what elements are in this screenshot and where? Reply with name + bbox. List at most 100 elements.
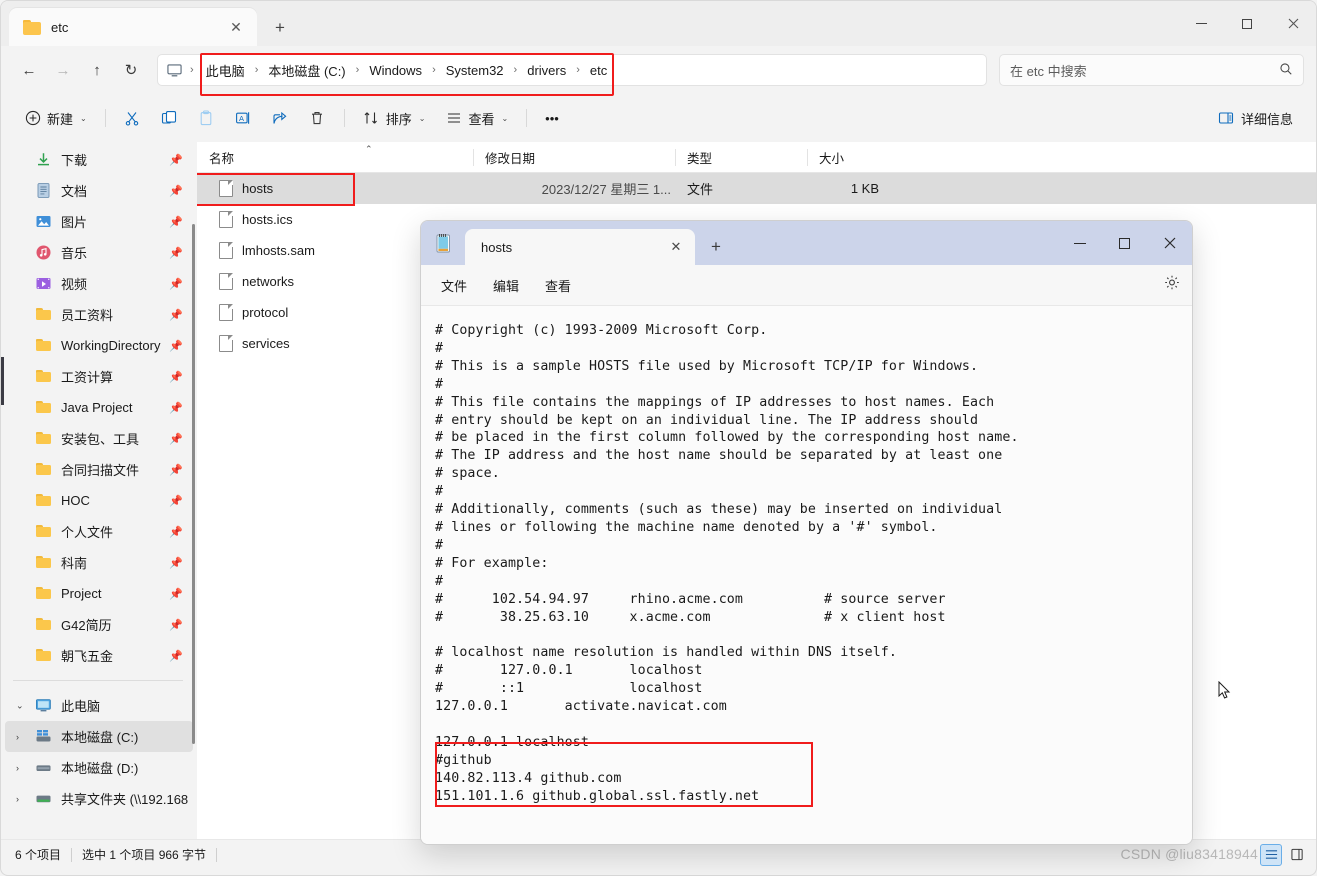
- sidebar-item-drive-d[interactable]: › 本地磁盘 (D:): [5, 752, 193, 783]
- sidebar-item-downloads[interactable]: 下载 📌: [5, 144, 193, 175]
- sidebar-item-this-pc[interactable]: ⌄ 此电脑: [5, 690, 193, 721]
- search-input[interactable]: 在 etc 中搜索: [1010, 61, 1087, 80]
- sidebar-item-label: 个人文件: [61, 525, 114, 540]
- pin-icon[interactable]: 📌: [169, 463, 183, 476]
- breadcrumb-item-3[interactable]: System32: [440, 60, 510, 81]
- details-view-button[interactable]: [1260, 843, 1282, 866]
- sidebar-item-videos[interactable]: 视频 📌: [5, 268, 193, 299]
- sidebar-item-contract-scans[interactable]: 合同扫描文件 📌: [5, 454, 193, 485]
- pin-icon[interactable]: 📌: [169, 401, 183, 414]
- sidebar-item-g42-resume[interactable]: G42简历 📌: [5, 609, 193, 640]
- pin-icon[interactable]: 📌: [169, 215, 183, 228]
- breadcrumb-item-0[interactable]: 此电脑: [200, 58, 251, 83]
- column-header-label: 大小: [819, 151, 845, 166]
- sidebar-item-drive-c[interactable]: › 本地磁盘 (C:): [5, 721, 193, 752]
- divider: [216, 847, 218, 862]
- close-icon[interactable]: ✕: [223, 14, 249, 40]
- sidebar-item-personal-files[interactable]: 个人文件 📌: [5, 516, 193, 547]
- rename-button[interactable]: A: [226, 102, 261, 134]
- share-button[interactable]: [263, 102, 298, 134]
- sidebar-item-kenan[interactable]: 科南 📌: [5, 547, 193, 578]
- menu-file[interactable]: 文件: [429, 270, 479, 301]
- sort-button[interactable]: 排序 ⌄: [354, 102, 435, 134]
- sidebar-item-salary-calc[interactable]: 工资计算 📌: [5, 361, 193, 392]
- sidebar-item-music[interactable]: 音乐 📌: [5, 237, 193, 268]
- column-header-type[interactable]: 类型: [675, 142, 807, 173]
- chevron-right-icon[interactable]: ›: [16, 732, 19, 742]
- breadcrumb-item-4[interactable]: drivers: [521, 60, 572, 81]
- notepad-text-content[interactable]: # Copyright (c) 1993-2009 Microsoft Corp…: [435, 322, 1192, 805]
- sidebar-item-project[interactable]: Project 📌: [5, 578, 193, 609]
- sidebar-item-chaofei-hardware[interactable]: 朝飞五金 📌: [5, 640, 193, 671]
- sidebar-item-java-project[interactable]: Java Project 📌: [5, 392, 193, 423]
- maximize-button[interactable]: [1224, 1, 1270, 46]
- more-options-button[interactable]: •••: [536, 102, 568, 134]
- gear-icon[interactable]: [1164, 275, 1180, 296]
- minimize-button[interactable]: [1057, 221, 1102, 265]
- notepad-new-tab-button[interactable]: +: [701, 232, 731, 262]
- pin-icon[interactable]: 📌: [169, 587, 183, 600]
- sidebar-item-hoc[interactable]: HOC 📌: [5, 485, 193, 516]
- column-header-date[interactable]: 修改日期: [473, 142, 675, 173]
- close-icon[interactable]: ✕: [663, 234, 689, 260]
- sidebar-item-documents[interactable]: 文档 📌: [5, 175, 193, 206]
- pin-icon[interactable]: 📌: [169, 370, 183, 383]
- chevron-down-icon: ⌄: [418, 113, 426, 123]
- paste-button[interactable]: [189, 102, 224, 134]
- sidebar-item-workingdirectory[interactable]: WorkingDirectory 📌: [5, 330, 193, 361]
- pin-icon[interactable]: 📌: [169, 494, 183, 507]
- sidebar-item-label: WorkingDirectory: [61, 338, 161, 353]
- minimize-button[interactable]: [1178, 1, 1224, 46]
- new-button[interactable]: 新建 ⌄: [15, 102, 96, 134]
- table-row[interactable]: hosts 2023/12/27 星期三 1... 文件 1 KB: [197, 173, 1316, 206]
- pin-icon[interactable]: 📌: [169, 277, 183, 290]
- column-header-name[interactable]: 名称 ⌃: [197, 142, 473, 173]
- navigation-pane[interactable]: 下载 📌 文档 📌 图片 📌 音乐 📌 视频 📌 员工资料 📌 WorkingD…: [1, 142, 197, 839]
- sidebar-item-installers-tools[interactable]: 安装包、工具 📌: [5, 423, 193, 454]
- menu-edit[interactable]: 编辑: [481, 270, 531, 301]
- address-bar[interactable]: › 此电脑 › 本地磁盘 (C:) › Windows › System32 ›…: [157, 52, 987, 96]
- pin-icon[interactable]: 📌: [169, 184, 183, 197]
- refresh-button[interactable]: ↻: [115, 54, 147, 86]
- sidebar-scrollbar[interactable]: [192, 224, 195, 744]
- breadcrumb-item-5[interactable]: etc: [584, 60, 613, 81]
- pin-icon[interactable]: 📌: [169, 525, 183, 538]
- view-button[interactable]: 查看 ⌄: [436, 102, 517, 134]
- pin-icon[interactable]: 📌: [169, 246, 183, 259]
- up-button[interactable]: ↑: [81, 54, 113, 86]
- details-pane-button[interactable]: 详细信息: [1209, 102, 1302, 134]
- back-button[interactable]: ←: [13, 54, 45, 86]
- close-button[interactable]: [1270, 1, 1316, 46]
- cut-button[interactable]: [115, 102, 150, 134]
- list-view-button[interactable]: [1286, 844, 1308, 866]
- breadcrumb-item-2[interactable]: Windows: [363, 60, 428, 81]
- pin-icon[interactable]: 📌: [169, 339, 183, 352]
- breadcrumb-item-1[interactable]: 本地磁盘 (C:): [262, 58, 351, 83]
- copy-button[interactable]: [152, 102, 187, 134]
- chevron-right-icon[interactable]: ›: [16, 794, 19, 804]
- sidebar-item-employee-data[interactable]: 员工资料 📌: [5, 299, 193, 330]
- maximize-button[interactable]: [1102, 221, 1147, 265]
- menu-view[interactable]: 查看: [533, 270, 583, 301]
- notepad-tab-hosts[interactable]: hosts ✕: [465, 229, 695, 265]
- chevron-right-icon[interactable]: ›: [16, 763, 19, 773]
- pin-icon[interactable]: 📌: [169, 153, 183, 166]
- close-button[interactable]: [1147, 221, 1192, 265]
- sidebar-item-network-share[interactable]: › 共享文件夹 (\\192.168: [5, 783, 193, 814]
- explorer-tab-etc[interactable]: etc ✕: [9, 8, 257, 46]
- pin-icon[interactable]: 📌: [169, 649, 183, 662]
- notepad-editor[interactable]: # Copyright (c) 1993-2009 Microsoft Corp…: [421, 305, 1192, 844]
- pin-icon[interactable]: 📌: [169, 556, 183, 569]
- column-header-row: 名称 ⌃ 修改日期 类型 大小: [197, 142, 1316, 173]
- column-header-size[interactable]: 大小: [807, 142, 889, 173]
- pin-icon[interactable]: 📌: [169, 308, 183, 321]
- pin-icon[interactable]: 📌: [169, 618, 183, 631]
- pin-icon[interactable]: 📌: [169, 432, 183, 445]
- chevron-down-icon[interactable]: ⌄: [16, 700, 24, 711]
- forward-button[interactable]: →: [47, 54, 79, 86]
- new-tab-button[interactable]: +: [265, 12, 295, 42]
- search-box[interactable]: 在 etc 中搜索: [999, 54, 1304, 86]
- sidebar-item-label: 文档: [61, 184, 88, 199]
- delete-button[interactable]: [300, 102, 335, 134]
- sidebar-item-pictures[interactable]: 图片 📌: [5, 206, 193, 237]
